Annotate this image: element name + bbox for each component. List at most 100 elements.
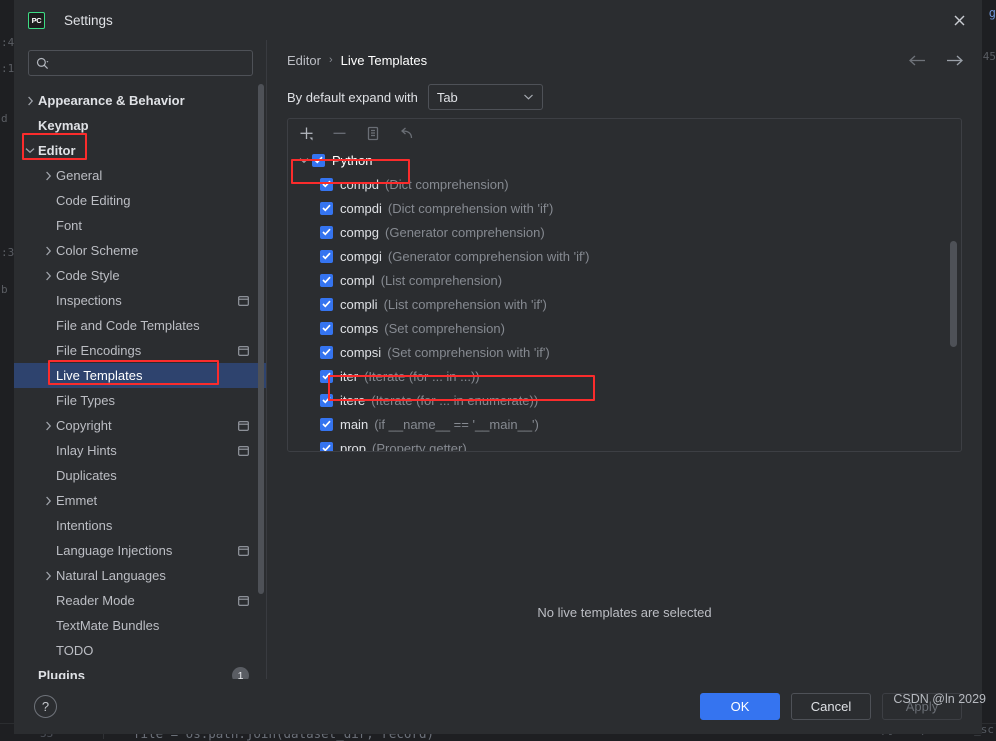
sidebar-item-todo[interactable]: TODO: [14, 638, 267, 663]
template-row[interactable]: itere (Iterate (for ... in enumerate)): [288, 388, 961, 412]
sidebar-item-editor[interactable]: Editor: [14, 138, 267, 163]
chevron-right-icon[interactable]: [40, 271, 56, 281]
empty-state-message: No live templates are selected: [537, 605, 712, 620]
sidebar-item-inlay-hints[interactable]: Inlay Hints: [14, 438, 267, 463]
template-checkbox[interactable]: [320, 369, 333, 383]
template-row[interactable]: comps (Set comprehension): [288, 316, 961, 340]
sidebar-item-emmet[interactable]: Emmet: [14, 488, 267, 513]
template-checkbox[interactable]: [320, 417, 333, 431]
template-row[interactable]: prop (Property getter): [288, 436, 961, 451]
template-checkbox[interactable]: [320, 249, 333, 263]
template-group-checkbox[interactable]: [312, 153, 325, 167]
sidebar-item-language-injections[interactable]: Language Injections: [14, 538, 267, 563]
template-row[interactable]: compgi (Generator comprehension with 'if'…: [288, 244, 961, 268]
settings-dialog: PC Settings Appearance & Behavior Keymap…: [14, 0, 982, 734]
template-row[interactable]: iter (Iterate (for ... in ...)): [288, 364, 961, 388]
sidebar-item-font[interactable]: Font: [14, 213, 267, 238]
template-checkbox[interactable]: [320, 321, 333, 335]
templates-rows: Python compd (Dict comprehension) compdi (Di…: [288, 148, 961, 451]
template-row[interactable]: compl (List comprehension): [288, 268, 961, 292]
sidebar-item-label: TODO: [56, 643, 94, 658]
sidebar-item-label: Natural Languages: [56, 568, 166, 583]
search-field[interactable]: [28, 50, 253, 76]
expand-with-label: By default expand with: [287, 89, 418, 105]
sidebar-item-natural-languages[interactable]: Natural Languages: [14, 563, 267, 588]
sidebar-item-live-templates[interactable]: Live Templates: [14, 363, 267, 388]
sidebar-item-label: Editor: [38, 143, 76, 158]
sidebar-item-file-encodings[interactable]: File Encodings: [14, 338, 267, 363]
template-group-name: Python: [332, 152, 373, 168]
search-icon: [36, 57, 49, 70]
search-input[interactable]: [54, 56, 245, 70]
template-row[interactable]: compli (List comprehension with 'if'): [288, 292, 961, 316]
chevron-right-icon[interactable]: [40, 571, 56, 581]
template-description: (Iterate (for ... in ...)): [364, 368, 480, 384]
chevron-right-icon[interactable]: [40, 421, 56, 431]
template-checkbox[interactable]: [320, 273, 333, 287]
undo-arrow-icon: [400, 127, 412, 138]
project-scope-icon: [238, 595, 249, 606]
chevron-down-icon[interactable]: [22, 147, 38, 154]
breadcrumb-parent[interactable]: Editor: [287, 53, 321, 68]
template-checkbox[interactable]: [320, 393, 333, 407]
template-checkbox[interactable]: [320, 177, 333, 191]
template-checkbox[interactable]: [320, 441, 333, 451]
sidebar-item-code-editing[interactable]: Code Editing: [14, 188, 267, 213]
ok-button[interactable]: OK: [700, 693, 780, 720]
dialog-body: Appearance & Behavior Keymap Editor General…: [14, 40, 982, 679]
expand-with-select[interactable]: Tab: [427, 84, 543, 110]
sidebar-scrollbar[interactable]: [258, 84, 264, 594]
sidebar-item-copyright[interactable]: Copyright: [14, 413, 267, 438]
sidebar-item-label: Plugins: [38, 668, 85, 679]
ide-text-fragment: b: [1, 283, 8, 296]
cancel-button[interactable]: Cancel: [791, 693, 871, 720]
template-row[interactable]: compd (Dict comprehension): [288, 172, 961, 196]
sidebar-item-code-style[interactable]: Code Style: [14, 263, 267, 288]
template-row[interactable]: compg (Generator comprehension): [288, 220, 961, 244]
chevron-right-icon[interactable]: [40, 496, 56, 506]
sidebar-item-label: Intentions: [56, 518, 113, 533]
template-abbreviation: itere: [340, 392, 366, 408]
sidebar-item-general[interactable]: General: [14, 163, 267, 188]
sidebar-item-label: Live Templates: [56, 368, 143, 383]
sidebar-item-reader-mode[interactable]: Reader Mode: [14, 588, 267, 613]
sidebar-item-appearance-behavior[interactable]: Appearance & Behavior: [14, 88, 267, 113]
template-abbreviation: compdi: [340, 200, 382, 216]
ide-tab-fragment: g: [988, 6, 996, 20]
plus-icon: [300, 127, 313, 141]
sidebar-item-duplicates[interactable]: Duplicates: [14, 463, 267, 488]
sidebar-item-file-types[interactable]: File Types: [14, 388, 267, 413]
chevron-right-icon[interactable]: [22, 96, 38, 106]
add-template-button[interactable]: [296, 123, 317, 144]
chevron-right-icon[interactable]: [40, 171, 56, 181]
template-group-row[interactable]: Python: [288, 148, 961, 172]
help-icon[interactable]: ?: [34, 695, 57, 718]
template-row[interactable]: compsi (Set comprehension with 'if'): [288, 340, 961, 364]
sidebar-item-keymap[interactable]: Keymap: [14, 113, 267, 138]
search-wrapper: [14, 40, 267, 86]
template-row[interactable]: main (if __name__ == '__main__'): [288, 412, 961, 436]
template-description: (Dict comprehension): [385, 176, 509, 192]
arrow-left-icon[interactable]: [906, 52, 929, 69]
templates-scrollbar[interactable]: [950, 241, 957, 347]
sidebar-item-file-and-code-templates[interactable]: File and Code Templates: [14, 313, 267, 338]
sidebar-item-color-scheme[interactable]: Color Scheme: [14, 238, 267, 263]
chevron-down-icon[interactable]: [296, 157, 312, 164]
template-checkbox[interactable]: [320, 225, 333, 239]
sidebar-item-inspections[interactable]: Inspections: [14, 288, 267, 313]
chevron-down-icon: [523, 94, 534, 101]
close-icon[interactable]: [944, 7, 974, 33]
sidebar-item-label: Inspections: [56, 293, 122, 308]
sidebar-item-textmate-bundles[interactable]: TextMate Bundles: [14, 613, 267, 638]
template-checkbox[interactable]: [320, 297, 333, 311]
breadcrumb: Editor › Live Templates: [287, 53, 427, 68]
sidebar-item-intentions[interactable]: Intentions: [14, 513, 267, 538]
dialog-titlebar: PC Settings: [14, 0, 982, 40]
template-checkbox[interactable]: [320, 201, 333, 215]
template-row[interactable]: compdi (Dict comprehension with 'if'): [288, 196, 961, 220]
template-checkbox[interactable]: [320, 345, 333, 359]
template-description: (Set comprehension): [384, 320, 505, 336]
chevron-right-icon[interactable]: [40, 246, 56, 256]
arrow-right-icon[interactable]: [943, 52, 966, 69]
sidebar-item-plugins[interactable]: Plugins 1: [14, 663, 267, 679]
